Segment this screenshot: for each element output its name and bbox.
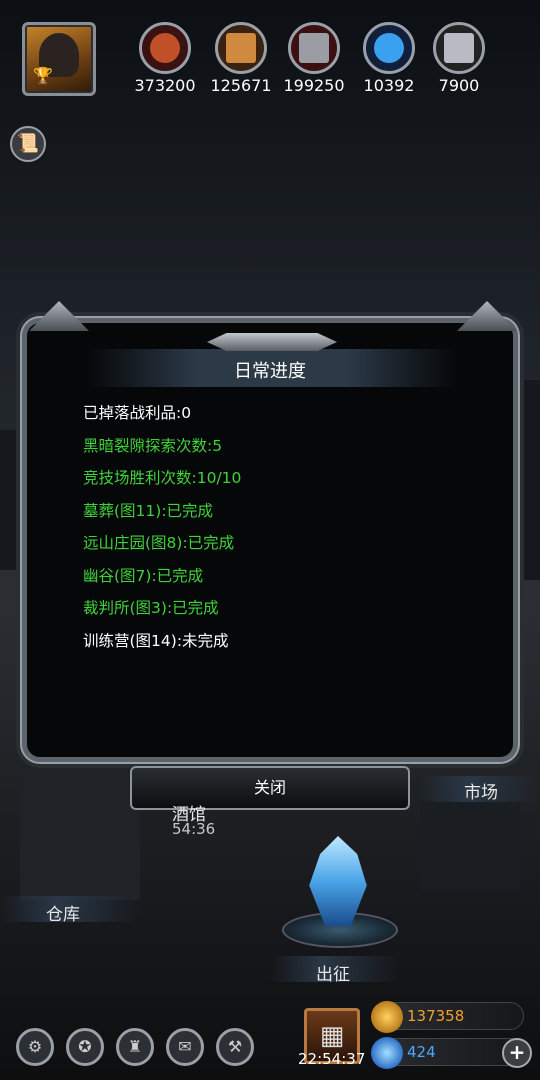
warehouse-label[interactable]: 仓库 [46,900,80,925]
resource-value: 373200 [134,76,196,95]
resource-value: 125671 [210,76,272,95]
gold-coins-icon [371,1001,403,1033]
progress-item: 黑暗裂隙探索次数:5 [83,436,223,455]
progress-item: 竞技场胜利次数:10/10 [83,469,242,487]
dialog-title: 日常进度 [234,361,306,382]
trophy-icon: 🏆 [33,66,53,85]
expedition-label[interactable]: 出征 [316,960,350,985]
market-label[interactable]: 市场 [464,778,498,803]
tavern-building [20,760,140,900]
resource-value: 7900 [438,76,480,95]
hero-emblem-icon[interactable]: ✪ [66,1028,104,1066]
resource-steel[interactable]: 7900 [424,22,494,95]
blue-crystal-icon [363,22,415,74]
crafting-icon[interactable]: ⚒ [216,1028,254,1066]
iron-ingot-icon [288,22,340,74]
castle-icon[interactable]: ♜ [116,1028,154,1066]
progress-item: 训练营(图14):未完成 [83,631,229,650]
gold-balance: 137358 [371,1001,524,1033]
meat-icon [139,22,191,74]
tavern-timer: 54:36 [172,820,216,838]
progress-item: 裁判所(图3):已完成 [83,599,219,617]
progress-item: 幽谷(图7):已完成 [83,566,204,585]
daily-progress-dialog: 日常进度 已掉落战利品:0 黑暗裂隙探索次数:5 竞技场胜利次数:10/10 墓… [22,301,518,762]
market-building [420,800,520,890]
steel-ingot-icon [433,22,485,74]
progress-item: 墓葬(图11):已完成 [83,501,214,520]
settings-gear-icon[interactable]: ⚙ [16,1028,54,1066]
resource-meat[interactable]: 373200 [130,22,200,95]
resource-value: 10392 [363,76,415,95]
wood-planks-icon [215,22,267,74]
player-avatar[interactable]: 🏆 [22,22,96,96]
resource-crystal[interactable]: 10392 [354,22,424,95]
add-currency-button[interactable]: + [502,1038,532,1068]
chest-timer: 22:54:37 [298,1050,366,1068]
progress-item: 已掉落战利品:0 [83,404,192,422]
mail-icon[interactable]: ✉ [166,1028,204,1066]
resource-iron[interactable]: 199250 [279,22,349,95]
gem-icon [371,1037,403,1069]
resource-wood[interactable]: 125671 [206,22,276,95]
gold-amount: 137358 [407,1007,465,1025]
progress-list: 已掉落战利品:0 黑暗裂隙探索次数:5 竞技场胜利次数:10/10 墓葬(图11… [83,401,241,661]
title-crest [207,333,337,351]
progress-item: 远山庄园(图8):已完成 [83,534,235,552]
quest-scroll-icon[interactable]: 📜 [10,126,46,162]
gem-amount: 424 [407,1043,436,1061]
resource-value: 199250 [283,76,345,95]
